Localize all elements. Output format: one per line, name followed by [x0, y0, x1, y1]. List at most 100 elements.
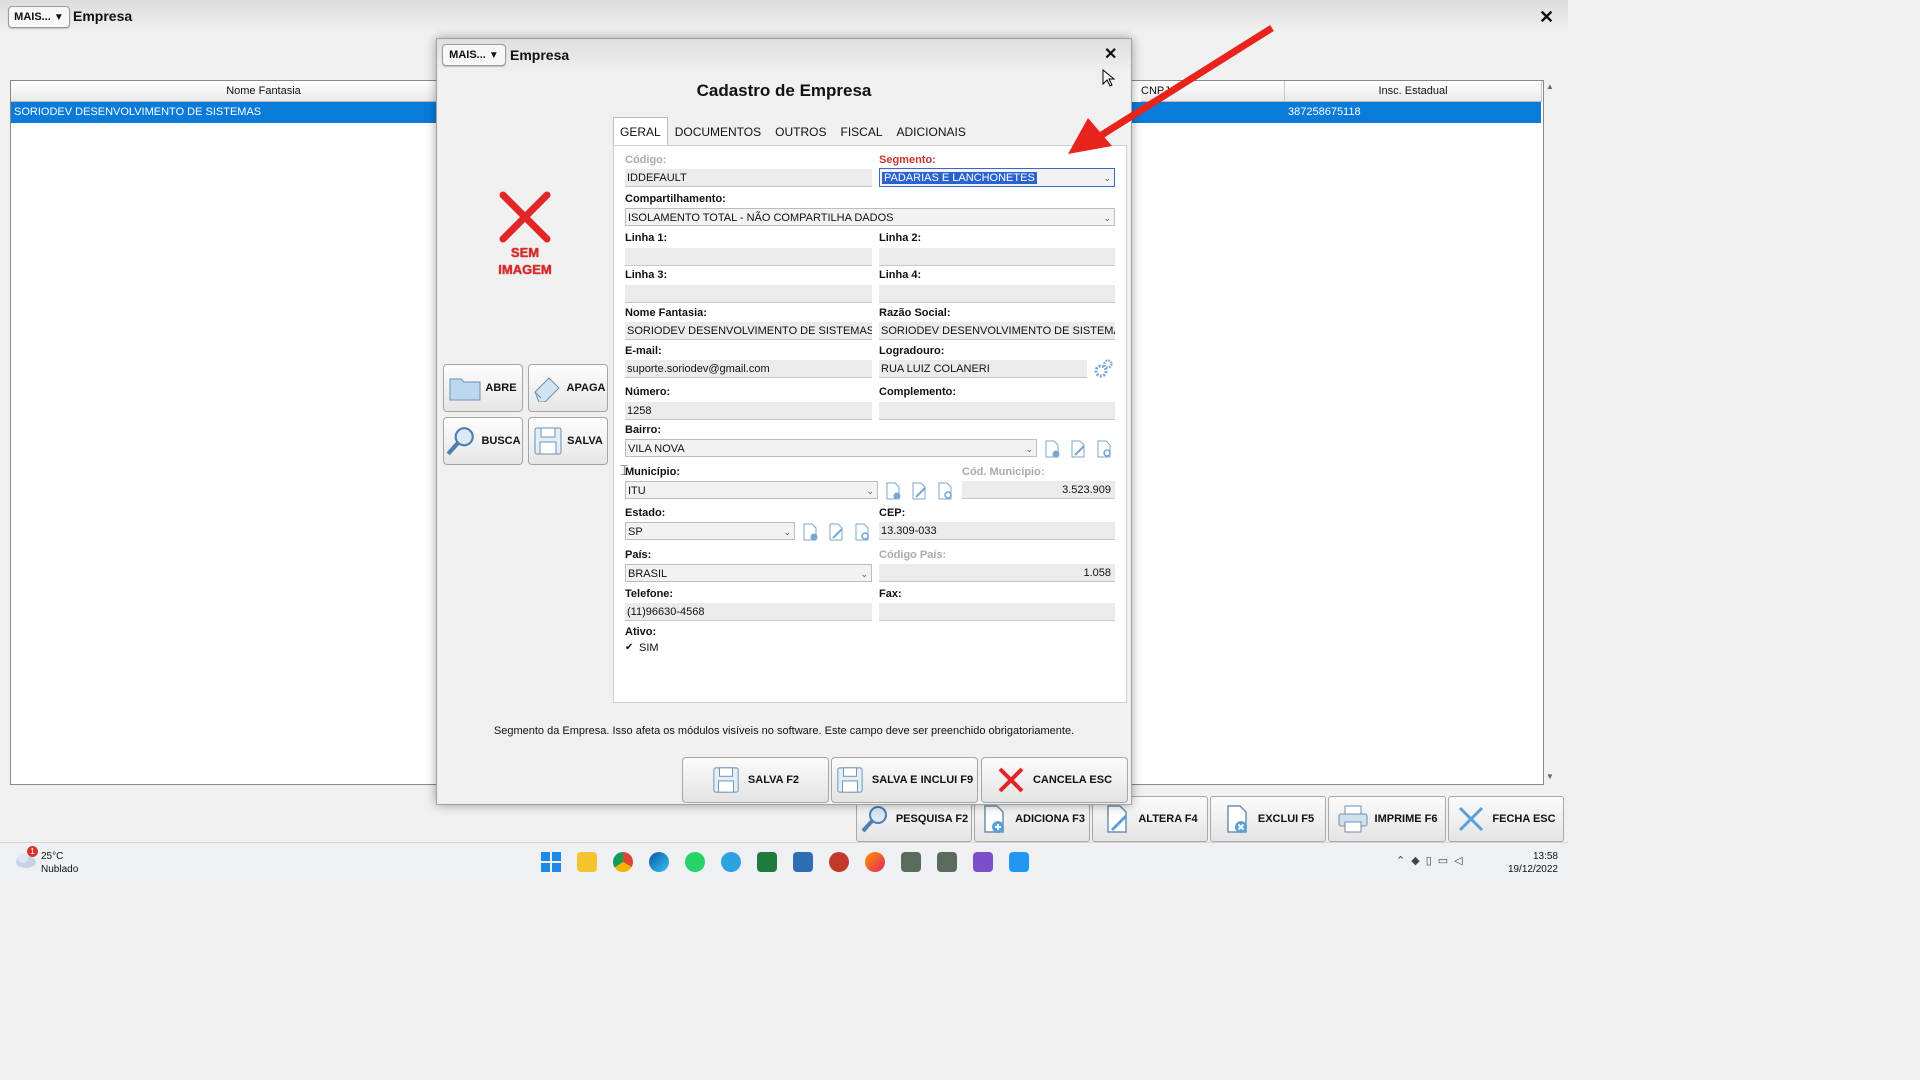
- shield-icon[interactable]: ◆: [1411, 855, 1425, 867]
- tab-adicionais[interactable]: ADICIONAIS: [890, 117, 973, 145]
- linha3-field[interactable]: [625, 285, 872, 303]
- estado-search-icon[interactable]: [853, 523, 871, 541]
- soriodev-app-icon[interactable]: [901, 852, 921, 872]
- municipio-select[interactable]: ITU ⌄: [625, 481, 878, 499]
- tab-outros[interactable]: OUTROS: [768, 117, 833, 145]
- windows-start-icon[interactable]: [541, 852, 561, 872]
- telegram-icon[interactable]: [721, 852, 741, 872]
- whatsapp-icon[interactable]: [685, 852, 705, 872]
- telefone-label: Telefone:: [625, 588, 674, 600]
- weather-widget[interactable]: 1: [14, 846, 38, 872]
- busca-label: BUSCA: [481, 435, 521, 447]
- ativo-checkbox[interactable]: ✔ SIM: [625, 642, 659, 654]
- clock-time: 13:58: [1532, 851, 1558, 862]
- cancela-button[interactable]: CANCELA ESC: [981, 757, 1128, 803]
- telefone-field[interactable]: (11)96630-4568: [625, 603, 872, 621]
- bairro-add-icon[interactable]: [1043, 440, 1061, 458]
- imprime-button[interactable]: IMPRIME F6: [1328, 796, 1446, 842]
- chevron-down-icon: ⌄: [1025, 444, 1033, 454]
- tab-fiscal[interactable]: FISCAL: [833, 117, 889, 145]
- linha1-field[interactable]: [625, 248, 872, 266]
- razao-social-field[interactable]: SORIODEV DESENVOLVIMENTO DE SISTEMA: [879, 322, 1115, 340]
- dropdown-arrow-icon: ▼: [488, 49, 499, 61]
- video-app-icon[interactable]: [973, 852, 993, 872]
- codigo-label: Código:: [625, 154, 667, 166]
- system-tray[interactable]: ⌃◆▯▭◁: [1396, 854, 1469, 867]
- cep-field[interactable]: 13.309-033: [879, 522, 1115, 540]
- cancel-x-icon: [998, 767, 1024, 793]
- fecha-button[interactable]: FECHA ESC: [1448, 796, 1564, 842]
- estado-select[interactable]: SP ⌄: [625, 522, 795, 540]
- weather-text: 25°C Nublado: [41, 850, 78, 876]
- clock[interactable]: 13:58 19/12/2022: [1496, 850, 1558, 876]
- fax-field[interactable]: [879, 603, 1115, 621]
- logradouro-field[interactable]: RUA LUIZ COLANERI: [879, 360, 1087, 378]
- company-logo-placeholder[interactable]: SEM IMAGEM: [477, 189, 573, 285]
- busca-button[interactable]: BUSCA: [443, 417, 523, 465]
- salva-side-button[interactable]: SALVA: [528, 417, 608, 465]
- printer-icon: [1338, 805, 1368, 833]
- salva-f2-button[interactable]: SALVA F2: [682, 757, 829, 803]
- edge-icon[interactable]: [649, 852, 669, 872]
- complemento-field[interactable]: [879, 402, 1115, 420]
- scroll-down-icon[interactable]: ▼: [1546, 772, 1554, 781]
- abre-label: ABRE: [485, 382, 517, 394]
- estado-edit-icon[interactable]: [827, 523, 845, 541]
- floppy-disk-icon: [534, 427, 562, 455]
- dialog-window-title: Empresa: [510, 47, 570, 63]
- gears-icon[interactable]: [1092, 358, 1114, 380]
- apaga-button[interactable]: APAGA: [528, 364, 608, 412]
- speaker-icon[interactable]: ◁: [1454, 855, 1468, 867]
- mail-app-icon[interactable]: [793, 852, 813, 872]
- tray-chevron-icon[interactable]: ⌃: [1396, 855, 1411, 867]
- municipio-edit-icon[interactable]: [910, 482, 928, 500]
- soriodev-app-2-icon[interactable]: [937, 852, 957, 872]
- cell-nome-fantasia: SORIODEV DESENVOLVIMENTO DE SISTEMAS: [14, 106, 262, 118]
- compartilhamento-select[interactable]: ISOLAMENTO TOTAL - NÃO COMPARTILHA DADOS…: [625, 208, 1115, 226]
- segmento-label: Segmento:: [879, 154, 936, 166]
- cod-municipio-label: Cód. Município:: [962, 466, 1045, 478]
- nome-fantasia-field[interactable]: SORIODEV DESENVOLVIMENTO DE SISTEMAS: [625, 322, 872, 340]
- codigo-field[interactable]: IDDEFAULT: [625, 169, 872, 187]
- dropdown-arrow-icon: ▼: [53, 11, 64, 23]
- scroll-up-icon[interactable]: ▲: [1546, 82, 1554, 91]
- bairro-edit-icon[interactable]: [1069, 440, 1087, 458]
- column-header-insc-estadual[interactable]: Insc. Estadual: [1285, 81, 1542, 102]
- numero-field[interactable]: 1258: [625, 402, 872, 420]
- eraser-icon: [533, 377, 560, 402]
- tab-documentos[interactable]: DOCUMENTOS: [668, 117, 768, 145]
- media-app-icon[interactable]: [829, 852, 849, 872]
- salva-e-inclui-button[interactable]: SALVA E INCLUI F9: [831, 757, 978, 803]
- municipio-add-icon[interactable]: [884, 482, 902, 500]
- dialog-mais-menu-button[interactable]: MAIS... ▼: [442, 44, 506, 66]
- bairro-select[interactable]: VILA NOVA ⌄: [625, 439, 1037, 457]
- linha4-field[interactable]: [879, 285, 1115, 303]
- estado-label: Estado:: [625, 507, 666, 519]
- firefox-icon[interactable]: [865, 852, 885, 872]
- tab-geral[interactable]: GERAL: [613, 117, 668, 146]
- spreadsheet-icon[interactable]: [757, 852, 777, 872]
- linha2-field[interactable]: [879, 248, 1115, 266]
- main-close-icon[interactable]: ✕: [1539, 8, 1554, 26]
- window-app-icon[interactable]: [1009, 852, 1029, 872]
- taskbar: [0, 842, 1568, 883]
- pesquisa-label: PESQUISA F2: [895, 813, 969, 825]
- segmento-select[interactable]: PADARIAS E LANCHONETES ⌄: [879, 168, 1115, 187]
- linha2-label: Linha 2:: [879, 232, 922, 244]
- usb-icon[interactable]: ▯: [1426, 855, 1438, 867]
- file-explorer-icon[interactable]: [577, 852, 597, 872]
- pais-select[interactable]: BRASIL ⌄: [625, 564, 872, 582]
- close-x-icon: [1459, 806, 1484, 832]
- bairro-search-icon[interactable]: [1095, 440, 1113, 458]
- main-window-titlebar: [0, 0, 1568, 32]
- main-mais-menu-button[interactable]: MAIS... ▼: [8, 6, 70, 28]
- abre-button[interactable]: ABRE: [443, 364, 523, 412]
- ibeam-cursor-icon: ⌶: [620, 462, 629, 478]
- municipio-search-icon[interactable]: [936, 482, 954, 500]
- temperature: 25°C: [41, 851, 64, 862]
- network-icon[interactable]: ▭: [1438, 855, 1454, 867]
- exclui-button[interactable]: EXCLUI F5: [1210, 796, 1326, 842]
- estado-add-icon[interactable]: [801, 523, 819, 541]
- email-field[interactable]: suporte.soriodev@gmail.com: [625, 360, 872, 378]
- chrome-icon[interactable]: [613, 852, 633, 872]
